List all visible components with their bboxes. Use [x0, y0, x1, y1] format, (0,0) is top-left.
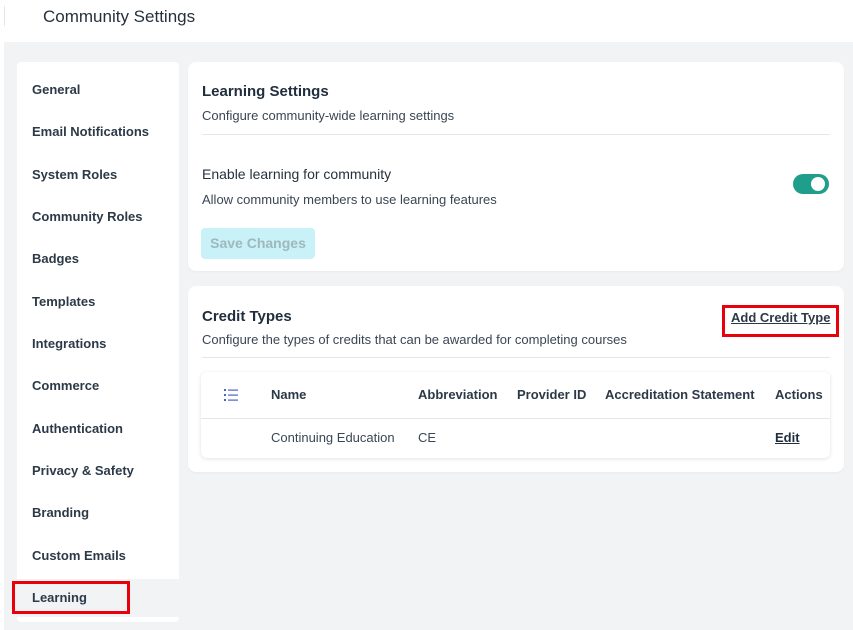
learning-item-highlight	[12, 581, 130, 614]
enable-learning-help: Allow community members to use learning …	[202, 192, 497, 207]
save-changes-button[interactable]: Save Changes	[201, 228, 315, 259]
sidebar-item-branding[interactable]: Branding	[17, 494, 179, 532]
list-icon[interactable]	[224, 388, 238, 402]
learning-settings-card: Learning Settings Configure community-wi…	[188, 62, 844, 271]
learning-settings-subtitle: Configure community-wide learning settin…	[202, 108, 455, 123]
sidebar-item-custom-emails[interactable]: Custom Emails	[17, 537, 179, 575]
top-bar-edge	[4, 6, 5, 26]
sidebar-item-system-roles[interactable]: System Roles	[17, 156, 179, 194]
column-header-actions: Actions	[775, 387, 823, 402]
sidebar-item-templates[interactable]: Templates	[17, 283, 179, 321]
column-header-accreditation-statement[interactable]: Accreditation Statement	[605, 387, 755, 402]
column-header-abbreviation[interactable]: Abbreviation	[418, 387, 497, 402]
column-header-provider-id[interactable]: Provider ID	[517, 387, 586, 402]
enable-learning-toggle[interactable]	[793, 174, 829, 194]
credit-types-title: Credit Types	[202, 308, 292, 325]
enable-learning-label: Enable learning for community	[202, 166, 392, 182]
sidebar-item-authentication[interactable]: Authentication	[17, 410, 179, 448]
table-header-divider	[201, 418, 830, 419]
sidebar-item-integrations[interactable]: Integrations	[17, 325, 179, 363]
page-title: Community Settings	[43, 7, 196, 26]
edit-credit-type-link[interactable]: Edit	[775, 430, 800, 445]
sidebar-item-email-notifications[interactable]: Email Notifications	[17, 113, 179, 151]
toggle-knob	[811, 177, 825, 191]
sidebar-item-community-roles[interactable]: Community Roles	[17, 198, 179, 236]
sidebar-item-commerce[interactable]: Commerce	[17, 367, 179, 405]
row-name-cell: Continuing Education	[271, 430, 395, 445]
sidebar-item-badges[interactable]: Badges	[17, 240, 179, 278]
top-bar: Community Settings	[0, 0, 853, 42]
row-abbreviation-cell: CE	[418, 430, 437, 445]
sidebar-item-general[interactable]: General	[17, 71, 179, 109]
credit-types-table: Name Abbreviation Provider ID Accreditat…	[201, 372, 830, 458]
add-credit-type-highlight	[722, 305, 839, 337]
learning-settings-title: Learning Settings	[202, 83, 329, 100]
column-header-name[interactable]: Name	[271, 387, 306, 402]
settings-sidebar: General Email Notifications System Roles…	[17, 62, 179, 622]
learning-settings-divider	[202, 134, 830, 135]
credit-types-subtitle: Configure the types of credits that can …	[202, 332, 627, 347]
sidebar-item-privacy-safety[interactable]: Privacy & Safety	[17, 452, 179, 490]
credit-types-divider	[202, 357, 830, 358]
